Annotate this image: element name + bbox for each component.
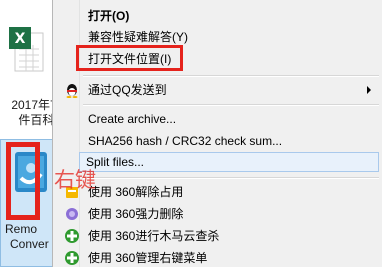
menu-item-send-via-qq[interactable]: 通过QQ发送到 bbox=[56, 80, 379, 100]
menu-item-label: 兼容性疑难解答(Y) bbox=[88, 30, 188, 44]
menu-item-compat-troubleshoot[interactable]: 兼容性疑难解答(Y) bbox=[56, 27, 379, 47]
menu-separator bbox=[83, 177, 379, 179]
menu-item-360-manage-menu[interactable]: 使用 360管理右键菜单 bbox=[56, 248, 379, 268]
menu-item-label: 通过QQ发送到 bbox=[88, 83, 167, 97]
menu-separator bbox=[83, 75, 379, 77]
menu-item-label: 使用 360解除占用 bbox=[88, 185, 184, 199]
menu-item-split-files[interactable]: Split files... bbox=[79, 152, 379, 172]
menu-item-label: 使用 360强力删除 bbox=[88, 207, 184, 221]
menu-item-label: Create archive... bbox=[88, 112, 177, 126]
menu-separator bbox=[83, 104, 379, 106]
menu-item-label: 打开(O) bbox=[88, 9, 130, 23]
right-click-annotation: 右键 bbox=[54, 168, 96, 192]
submenu-arrow-icon bbox=[367, 86, 371, 94]
qq-penguin-icon bbox=[66, 84, 78, 98]
menu-item-open[interactable]: 打开(O) bbox=[56, 6, 379, 26]
360-delete-icon bbox=[66, 208, 78, 220]
menu-item-360-unlock[interactable]: 使用 360解除占用 bbox=[56, 182, 379, 202]
red-highlight-box-menu-item bbox=[76, 45, 183, 71]
menu-item-label: 使用 360进行木马云查杀 bbox=[88, 229, 220, 243]
menu-item-360-trojan-scan[interactable]: 使用 360进行木马云查杀 bbox=[56, 226, 379, 246]
exe-file-label-line2: Conver bbox=[10, 237, 49, 251]
context-menu: 打开(O) 兼容性疑难解答(Y) 打开文件位置(I) 通过QQ发送到 Creat… bbox=[52, 0, 382, 267]
excel-file-icon[interactable]: X bbox=[9, 27, 45, 73]
red-highlight-box-file bbox=[6, 142, 40, 220]
menu-item-label: 使用 360管理右键菜单 bbox=[88, 251, 208, 265]
menu-item-360-force-delete[interactable]: 使用 360强力删除 bbox=[56, 204, 379, 224]
360-menu-icon bbox=[65, 251, 79, 265]
menu-item-create-archive[interactable]: Create archive... bbox=[56, 109, 379, 129]
menu-item-label: SHA256 hash / CRC32 check sum... bbox=[88, 134, 283, 148]
svg-text:X: X bbox=[15, 31, 26, 47]
360-scan-icon bbox=[65, 229, 79, 243]
menu-item-sha256-hash[interactable]: SHA256 hash / CRC32 check sum... bbox=[56, 131, 379, 151]
exe-file-label-line1: Remo bbox=[5, 222, 38, 236]
